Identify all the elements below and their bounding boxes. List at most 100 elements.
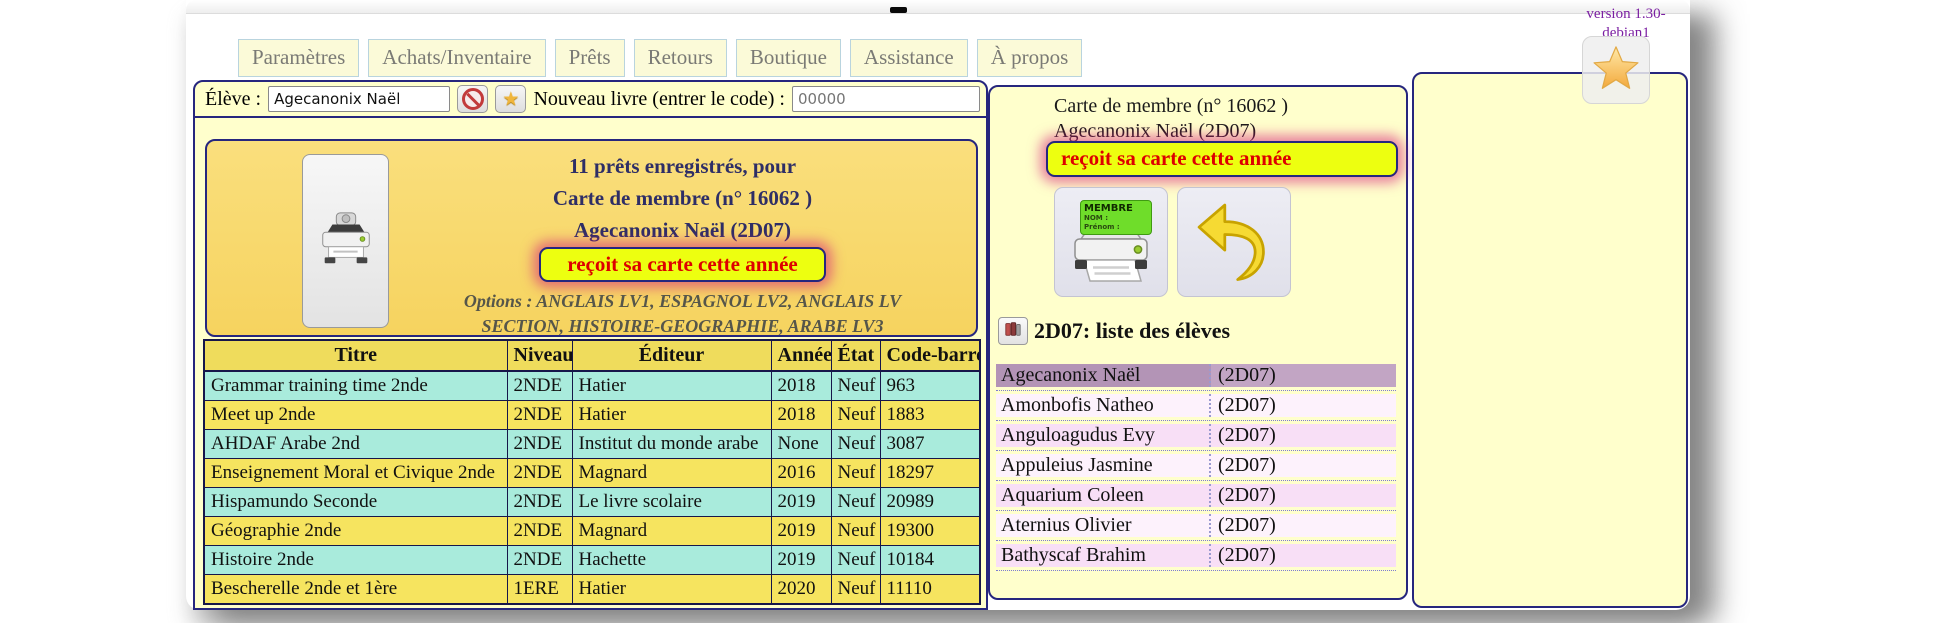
column-header-titre: Titre (204, 340, 507, 371)
student-class: (2D07) (1211, 454, 1396, 477)
new-book-input[interactable] (792, 86, 980, 112)
cell-etat: Neuf (831, 517, 880, 546)
member-card-number: Carte de membre (n° 16062 ) (1054, 95, 1288, 118)
window-minimize-dash[interactable] (890, 7, 907, 13)
member-name: Agecanonix Naël (2D07) (1054, 120, 1256, 143)
loan-row: AHDAF Arabe 2nd2NDEInstitut du monde ara… (204, 430, 980, 459)
student-name: Aquarium Coleen (996, 484, 1211, 507)
student-class: (2D07) (1211, 394, 1396, 417)
tab-param-tres[interactable]: Paramètres (238, 39, 359, 77)
tab-retours[interactable]: Retours (634, 39, 727, 77)
student-label: Élève : (205, 88, 261, 111)
loan-summary-text: 11 prêts enregistrés, pour Carte de memb… (389, 141, 976, 335)
star-icon (1590, 42, 1642, 99)
cell-code-barre: 18297 (880, 459, 980, 488)
loan-summary-box: 11 prêts enregistrés, pour Carte de memb… (205, 139, 978, 337)
favorite-student-button[interactable]: ★ (495, 85, 526, 113)
tab-assistance[interactable]: Assistance (850, 39, 968, 77)
member-name-line: Agecanonix Naël (2D07) (574, 214, 791, 246)
cell-editeur: Le livre scolaire (572, 488, 771, 517)
undo-button[interactable] (1177, 187, 1291, 297)
column-header-annee: Année (771, 340, 831, 371)
cell-titre: Bescherelle 2nde et 1ère (204, 575, 507, 605)
print-member-card-button[interactable]: MEMBRE NOM : Prénom : (1054, 187, 1168, 297)
loan-row: Géographie 2nde2NDEMagnard2019Neuf19300 (204, 517, 980, 546)
student-name: Agecanonix Naël (996, 364, 1211, 387)
cell-annee: 2019 (771, 517, 831, 546)
cell-editeur: Institut du monde arabe (572, 430, 771, 459)
class-list-button[interactable] (998, 317, 1028, 345)
cell-niveau: 2NDE (507, 430, 572, 459)
student-name: Amonbofis Natheo (996, 394, 1211, 417)
column-header-code-barre: Code-barre (880, 340, 980, 371)
student-row[interactable]: Appuleius Jasmine(2D07) (996, 451, 1396, 481)
member-panel: Carte de membre (n° 16062 ) Agecanonix N… (988, 85, 1408, 600)
cell-code-barre: 3087 (880, 430, 980, 459)
cell-annee: 2019 (771, 488, 831, 517)
member-card-line: Carte de membre (n° 16062 ) (553, 182, 812, 214)
student-row[interactable]: Bathyscaf Brahim(2D07) (996, 541, 1396, 571)
tab--propos[interactable]: À propos (977, 39, 1083, 77)
tab-boutique[interactable]: Boutique (736, 39, 841, 77)
side-panel (1412, 72, 1688, 608)
student-input[interactable] (268, 86, 450, 112)
cell-editeur: Hatier (572, 401, 771, 430)
student-name: Aternius Olivier (996, 514, 1211, 537)
loan-row: Bescherelle 2nde et 1ère1EREHatier2020Ne… (204, 575, 980, 605)
cell-editeur: Hatier (572, 371, 771, 401)
tab-pr-ts[interactable]: Prêts (555, 39, 625, 77)
column-header-niveau: Niveau (507, 340, 572, 371)
app-window: version 1.30-debian1 ParamètresAchats/In… (186, 0, 1690, 610)
cell-code-barre: 20989 (880, 488, 980, 517)
cell-titre: Hispamundo Seconde (204, 488, 507, 517)
cell-etat: Neuf (831, 575, 880, 605)
student-row[interactable]: Agecanonix Naël(2D07) (996, 361, 1396, 391)
tab-achats-inventaire[interactable]: Achats/Inventaire (368, 39, 545, 77)
cell-niveau: 2NDE (507, 488, 572, 517)
window-titlebar (186, 0, 1690, 14)
books-icon (1004, 320, 1022, 343)
cell-code-barre: 11110 (880, 575, 980, 605)
cell-etat: Neuf (831, 371, 880, 401)
student-row[interactable]: Aquarium Coleen(2D07) (996, 481, 1396, 511)
cell-niveau: 2NDE (507, 459, 572, 488)
cell-titre: Enseignement Moral et Civique 2nde (204, 459, 507, 488)
cell-titre: AHDAF Arabe 2nd (204, 430, 507, 459)
student-name: Bathyscaf Brahim (996, 544, 1211, 567)
cell-editeur: Magnard (572, 517, 771, 546)
toolbar: Élève : ★ Nouveau livre (entrer le code)… (195, 82, 986, 118)
loans-table: TitreNiveauÉditeurAnnéeÉtatCode-barre Gr… (203, 339, 981, 605)
student-class: (2D07) (1211, 514, 1396, 537)
student-row[interactable]: Amonbofis Natheo(2D07) (996, 391, 1396, 421)
cell-code-barre: 19300 (880, 517, 980, 546)
cell-code-barre: 10184 (880, 546, 980, 575)
cell-niveau: 2NDE (507, 546, 572, 575)
new-book-label: Nouveau livre (entrer le code) : (533, 88, 785, 111)
loans-table-body: Grammar training time 2nde2NDEHatier2018… (204, 371, 980, 604)
cell-etat: Neuf (831, 488, 880, 517)
student-class: (2D07) (1211, 544, 1396, 567)
loan-row: Meet up 2nde2NDEHatier2018Neuf1883 (204, 401, 980, 430)
student-row[interactable]: Anguloagudus Evy(2D07) (996, 421, 1396, 451)
class-list-title: 2D07: liste des élèves (1034, 318, 1230, 344)
cell-annee: 2020 (771, 575, 831, 605)
clear-student-button[interactable] (457, 85, 488, 113)
cell-code-barre: 963 (880, 371, 980, 401)
student-row[interactable]: Aternius Olivier(2D07) (996, 511, 1396, 541)
student-name: Appuleius Jasmine (996, 454, 1211, 477)
cell-etat: Neuf (831, 459, 880, 488)
column-header-etat: État (831, 340, 880, 371)
student-options-line: Options : ANGLAIS LV1, ESPAGNOL LV2, ANG… (443, 289, 923, 339)
cell-editeur: Hachette (572, 546, 771, 575)
print-loans-button[interactable] (302, 154, 389, 328)
cell-niveau: 2NDE (507, 371, 572, 401)
cell-niveau: 2NDE (507, 517, 572, 546)
column-header-editeur: Éditeur (572, 340, 771, 371)
student-name: Anguloagudus Evy (996, 424, 1211, 447)
member-card-label: MEMBRE NOM : Prénom : (1080, 200, 1152, 235)
cancel-icon (462, 88, 484, 110)
header-row: TitreNiveauÉditeurAnnéeÉtatCode-barre (204, 340, 980, 371)
loan-row: Enseignement Moral et Civique 2nde2NDEMa… (204, 459, 980, 488)
favorite-star-button[interactable] (1582, 36, 1650, 104)
cell-niveau: 1ERE (507, 575, 572, 605)
